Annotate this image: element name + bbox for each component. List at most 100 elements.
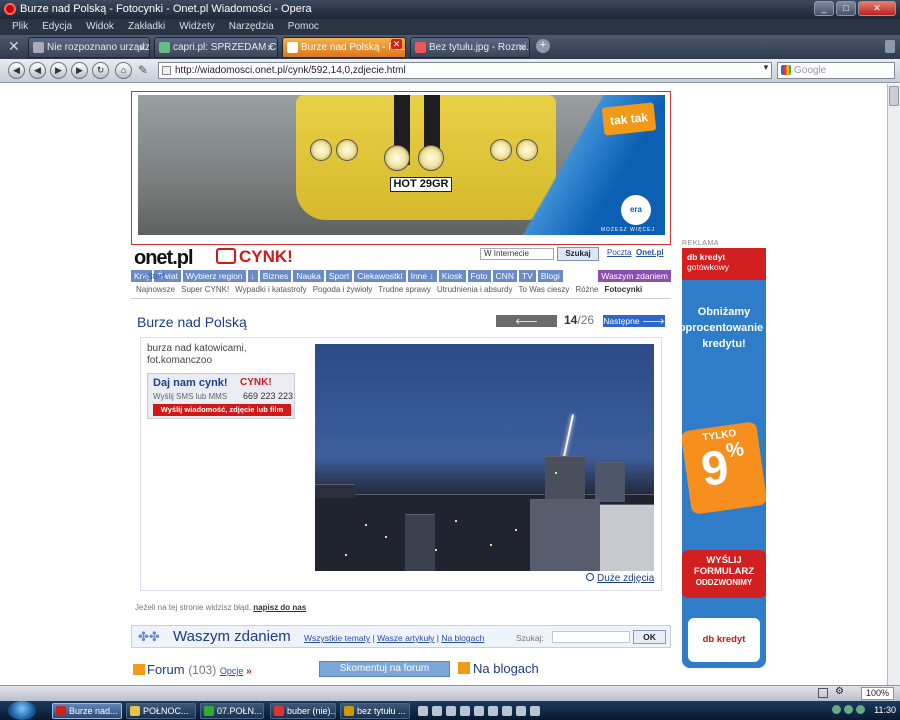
tab-1[interactable]: Nie rozpoznano urządz... ✕ — [28, 37, 150, 58]
taskbar-item[interactable]: 07.POŁN... — [200, 703, 264, 719]
nav-foto[interactable]: Foto — [467, 270, 491, 282]
menu-narzedzia[interactable]: Narzędzia — [229, 19, 274, 35]
menu-plik[interactable]: Plik — [12, 19, 28, 35]
tab-2[interactable]: capri.pl: SPRZEDAM C... ✕ — [154, 37, 278, 58]
nav-nauka[interactable]: Nauka — [293, 270, 324, 282]
tray-icon[interactable] — [856, 705, 865, 714]
taskbar-item[interactable]: POŁNOC... — [126, 703, 196, 719]
poczta-link[interactable]: Poczta — [607, 248, 631, 257]
quicklaunch-icon[interactable] — [460, 706, 470, 716]
quicklaunch-icon[interactable] — [418, 706, 428, 716]
subnav-item[interactable]: Najnowsze — [136, 285, 175, 294]
quicklaunch-icon[interactable] — [446, 706, 456, 716]
big-photo-link[interactable]: Duże zdjęcia — [586, 573, 654, 584]
on-blogs-link[interactable]: Na blogach — [441, 633, 484, 643]
nav-biznes[interactable]: Biznes — [259, 270, 292, 282]
opinion-search-input[interactable] — [552, 631, 630, 643]
menu-zakladki[interactable]: Zakładki — [128, 19, 165, 35]
your-articles-link[interactable]: Wasze artykuły — [377, 633, 434, 643]
nav-inne[interactable]: Inne ↓ — [407, 270, 437, 282]
clock[interactable]: 11:30 — [874, 703, 896, 717]
subnav-item[interactable]: Utrudnienia i absurdy — [437, 285, 513, 294]
quicklaunch-icon[interactable] — [432, 706, 442, 716]
nav-waszym-zdaniem[interactable]: Waszym zdaniem — [598, 270, 671, 282]
reload-icon[interactable]: ↻ — [92, 62, 109, 79]
address-bar[interactable]: http://wiadomosci.onet.pl/cynk/592,14,0,… — [158, 62, 772, 79]
opinion-ok-button[interactable]: OK — [633, 630, 666, 644]
quicklaunch-icon[interactable] — [516, 706, 526, 716]
onet-link[interactable]: Onet.pl — [636, 248, 664, 257]
all-topics-link[interactable]: Wszystkie tematy — [304, 633, 370, 643]
menu-edycja[interactable]: Edycja — [42, 19, 72, 35]
taskbar-item[interactable]: Burze nad... — [52, 703, 122, 719]
nav-ciekawostki[interactable]: Ciekawostki — [354, 270, 406, 282]
ad-form-button[interactable]: WYŚLIJ FORMULARZ ODDZWONIMY — [682, 550, 766, 598]
right-ad-banner[interactable]: db kredyt gotówkowy Obniżamy oprocentowa… — [682, 248, 766, 668]
home-icon[interactable]: ⌂ — [115, 62, 132, 79]
address-dropdown-icon[interactable]: ▼ — [762, 63, 770, 72]
cynk-logo[interactable]: CYNK! — [216, 247, 293, 267]
nav-sport[interactable]: Sport — [325, 270, 353, 282]
nav-region[interactable]: Wybierz region — [182, 270, 246, 282]
blogs-heading[interactable]: Na blogach — [458, 661, 539, 676]
taskbar-item[interactable]: buber (nie)... — [270, 703, 336, 719]
nav-kiosk[interactable]: Kiosk — [438, 270, 466, 282]
sms-box[interactable]: Daj nam cynk! CYNK! Wyślij SMS lub MMS 6… — [147, 373, 295, 419]
nav-tv[interactable]: TV — [518, 270, 536, 282]
send-message-button[interactable]: Wyślij wiadomość, zdjęcie lub film — [153, 404, 291, 416]
menu-widzety[interactable]: Widżety — [179, 19, 215, 35]
subnav-item[interactable]: Wypadki i katastrofy — [235, 285, 307, 294]
quicklaunch-icon[interactable] — [488, 706, 498, 716]
view-icon[interactable] — [818, 688, 828, 698]
subnav-item[interactable]: To Was cieszy — [519, 285, 570, 294]
scroll-thumb[interactable] — [889, 86, 899, 106]
maximize-button[interactable]: □ — [836, 1, 856, 16]
nav-blogi[interactable]: Blogi — [537, 270, 563, 282]
edit-icon[interactable]: ✎ — [138, 63, 148, 77]
subnav-item-active[interactable]: Fotocynki — [604, 285, 642, 294]
back-icon[interactable]: ◀ — [8, 62, 25, 79]
tray-icon[interactable] — [832, 705, 841, 714]
top-ad-banner[interactable]: HOT 29GR tak tak era MOŻESZ WIĘCEJ — [131, 91, 671, 245]
forum-options-link[interactable]: Opcje — [220, 666, 244, 676]
nav-start[interactable]: ⌂Start — [139, 270, 167, 282]
new-tab-icon[interactable]: + — [536, 39, 550, 53]
vertical-scrollbar[interactable] — [887, 84, 900, 685]
tab-3[interactable]: Burze nad Polską - Fot... ✕ — [282, 37, 406, 58]
site-search-button[interactable]: Szukaj — [557, 247, 599, 261]
subnav-item[interactable]: Trudne sprawy — [378, 285, 431, 294]
menu-pomoc[interactable]: Pomoc — [288, 19, 319, 35]
rewind-icon[interactable]: ◀ — [29, 62, 46, 79]
close-window-button[interactable]: ✕ — [858, 1, 896, 16]
subnav-item[interactable]: Różne — [575, 285, 598, 294]
trash-icon[interactable] — [885, 40, 895, 53]
nav-cnn[interactable]: CNN — [492, 270, 517, 282]
close-tab-icon[interactable]: ✕ — [266, 39, 274, 57]
quicklaunch-icon[interactable] — [474, 706, 484, 716]
nav-region-dropdown[interactable]: ↓ — [247, 270, 258, 282]
report-error-link[interactable]: napisz do nas — [253, 603, 306, 612]
start-button[interactable] — [8, 701, 36, 720]
subnav-item[interactable]: Super CYNK! — [181, 285, 229, 294]
zoom-level[interactable]: 100% — [860, 687, 894, 700]
close-tab-icon[interactable]: ✕ — [518, 39, 526, 57]
subnav-item[interactable]: Pogoda i żywioły — [313, 285, 373, 294]
comment-forum-button[interactable]: Skomentuj na forum — [319, 661, 450, 677]
forward-icon[interactable]: ▶ — [50, 62, 67, 79]
storm-photo[interactable] — [315, 344, 654, 571]
taskbar-item[interactable]: bez tytułu ... — [340, 703, 410, 719]
tray-icon[interactable] — [844, 705, 853, 714]
site-search-scope[interactable]: W Internecie — [480, 248, 554, 260]
onet-logo[interactable]: onet.pl — [134, 247, 194, 270]
quicklaunch-icon[interactable] — [502, 706, 512, 716]
quicklaunch-icon[interactable] — [530, 706, 540, 716]
next-button[interactable]: Następne 🡒 — [603, 315, 665, 327]
fast-forward-icon[interactable]: ▶ — [71, 62, 88, 79]
menu-widok[interactable]: Widok — [86, 19, 114, 35]
tab-4[interactable]: Bez tytułu.jpg - Rozmi... ✕ — [410, 37, 530, 58]
minimize-button[interactable]: _ — [814, 1, 834, 16]
settings-icon[interactable]: ⚙ — [835, 686, 844, 697]
search-field[interactable]: Google — [777, 62, 895, 79]
close-tab-icon[interactable]: ✕ — [138, 39, 146, 57]
tools-icon[interactable]: ✕ — [8, 38, 20, 55]
